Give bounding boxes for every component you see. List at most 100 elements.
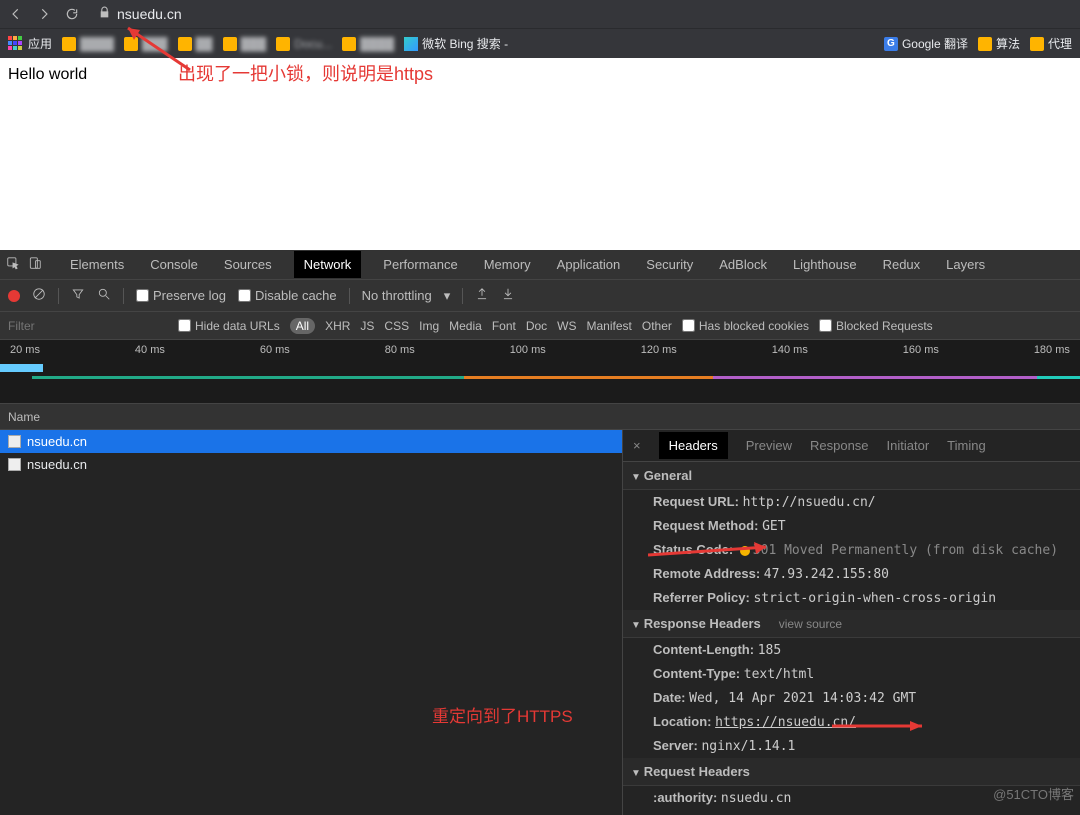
filter-icon[interactable] xyxy=(71,287,85,304)
devtools-tablist: Elements Console Sources Network Perform… xyxy=(0,250,1080,280)
kv-server: Server: nginx/1.14.1 xyxy=(623,734,1080,758)
kv-status: Status Code: 301 Moved Permanently (from… xyxy=(623,538,1080,562)
device-icon[interactable] xyxy=(28,256,42,273)
kv-request-url: Request URL: http://nsuedu.cn/ xyxy=(623,490,1080,514)
filter-img[interactable]: Img xyxy=(419,319,439,333)
tab-redux[interactable]: Redux xyxy=(879,251,925,278)
request-row[interactable]: nsuedu.cn xyxy=(0,453,622,476)
apps-icon xyxy=(8,36,24,52)
disable-cache-checkbox[interactable]: Disable cache xyxy=(238,288,337,303)
filter-all[interactable]: All xyxy=(290,318,315,334)
filter-js[interactable]: JS xyxy=(360,319,374,333)
tab-memory[interactable]: Memory xyxy=(480,251,535,278)
filter-font[interactable]: Font xyxy=(492,319,516,333)
page-content: Hello world 出现了一把小锁，则说明是https xyxy=(0,58,1080,250)
download-icon[interactable] xyxy=(501,287,515,304)
tick-label: 80 ms xyxy=(385,344,415,356)
upload-icon[interactable] xyxy=(475,287,489,304)
section-response-headers[interactable]: Response Headersview source xyxy=(623,610,1080,638)
request-row[interactable]: nsuedu.cn xyxy=(0,430,622,453)
annotation-lock: 出现了一把小锁，则说明是https xyxy=(178,60,433,86)
address-bar[interactable]: nsuedu.cn xyxy=(92,6,1072,22)
reload-button[interactable] xyxy=(64,6,80,22)
bookmark-google-translate[interactable]: GGoogle 翻译 xyxy=(884,35,968,52)
filter-manifest[interactable]: Manifest xyxy=(587,319,632,333)
tab-layers[interactable]: Layers xyxy=(942,251,989,278)
section-request-headers[interactable]: Request Headers xyxy=(623,758,1080,786)
search-icon[interactable] xyxy=(97,287,111,304)
tab-preview[interactable]: Preview xyxy=(746,438,792,453)
url-text: nsuedu.cn xyxy=(117,6,182,22)
tick-label: 160 ms xyxy=(903,344,939,356)
tab-console[interactable]: Console xyxy=(146,251,202,278)
lock-icon xyxy=(98,6,111,22)
request-detail: × Headers Preview Response Initiator Tim… xyxy=(622,430,1080,815)
filter-other[interactable]: Other xyxy=(642,319,672,333)
kv-content-type: Content-Type: text/html xyxy=(623,662,1080,686)
bookmark-algo[interactable]: 算法 xyxy=(978,35,1020,52)
throttling-select[interactable]: No throttling xyxy=(362,288,432,303)
chevron-down-icon[interactable]: ▾ xyxy=(444,288,451,304)
tick-label: 40 ms xyxy=(135,344,165,356)
forward-button[interactable] xyxy=(36,6,52,22)
clear-icon[interactable] xyxy=(32,287,46,304)
tab-headers[interactable]: Headers xyxy=(659,432,728,459)
bookmark-item[interactable]: Docu... xyxy=(276,37,332,51)
file-icon xyxy=(8,458,21,471)
tab-initiator[interactable]: Initiator xyxy=(887,438,930,453)
bing-icon xyxy=(404,37,418,51)
tab-sources[interactable]: Sources xyxy=(220,251,276,278)
apps-button[interactable]: 应用 xyxy=(8,35,52,52)
blocked-requests-checkbox[interactable]: Blocked Requests xyxy=(819,319,933,333)
tab-network[interactable]: Network xyxy=(294,251,362,278)
close-icon[interactable]: × xyxy=(633,438,641,453)
tab-timing[interactable]: Timing xyxy=(947,438,986,453)
inspect-icon[interactable] xyxy=(6,256,20,273)
back-button[interactable] xyxy=(8,6,24,22)
page-text: Hello world xyxy=(8,66,87,83)
tick-label: 140 ms xyxy=(772,344,808,356)
view-source-link[interactable]: view source xyxy=(779,617,842,631)
kv-location: Location: https://nsuedu.cn/ xyxy=(623,710,1080,734)
tab-response[interactable]: Response xyxy=(810,438,869,453)
tab-lighthouse[interactable]: Lighthouse xyxy=(789,251,861,278)
status-dot-icon xyxy=(740,546,750,556)
apps-label: 应用 xyxy=(28,35,52,52)
tick-label: 120 ms xyxy=(641,344,677,356)
hide-data-urls-checkbox[interactable]: Hide data URLs xyxy=(178,319,280,333)
kv-remote: Remote Address: 47.93.242.155:80 xyxy=(623,562,1080,586)
tick-label: 180 ms xyxy=(1034,344,1070,356)
filter-doc[interactable]: Doc xyxy=(526,319,547,333)
bookmark-item[interactable]: ███ xyxy=(223,37,267,51)
request-name: nsuedu.cn xyxy=(27,457,87,472)
filter-input[interactable] xyxy=(8,319,168,333)
bookmark-item[interactable]: ████ xyxy=(62,37,114,51)
filter-ws[interactable]: WS xyxy=(557,319,576,333)
bookmark-proxy[interactable]: 代理 xyxy=(1030,35,1072,52)
bookmark-bing[interactable]: 微软 Bing 搜索 - xyxy=(404,35,508,52)
tab-security[interactable]: Security xyxy=(642,251,697,278)
name-column-header[interactable]: Name xyxy=(0,404,1080,430)
bookmark-label: 微软 Bing 搜索 - xyxy=(422,35,508,52)
network-timeline[interactable]: 20 ms 40 ms 60 ms 80 ms 100 ms 120 ms 14… xyxy=(0,340,1080,404)
bookmark-label: Google 翻译 xyxy=(902,35,968,52)
filter-css[interactable]: CSS xyxy=(384,319,409,333)
bookmark-item[interactable]: ████ xyxy=(342,37,394,51)
kv-referrer: Referrer Policy: strict-origin-when-cros… xyxy=(623,586,1080,610)
section-general[interactable]: General xyxy=(623,462,1080,490)
network-filterbar: Hide data URLs All XHR JS CSS Img Media … xyxy=(0,312,1080,340)
filter-xhr[interactable]: XHR xyxy=(325,319,350,333)
bookmark-item[interactable]: ███ xyxy=(124,37,168,51)
watermark: @51CTO博客 xyxy=(993,784,1074,803)
bookmark-item[interactable]: ██ xyxy=(178,37,213,51)
blocked-cookies-checkbox[interactable]: Has blocked cookies xyxy=(682,319,809,333)
kv-content-length: Content-Length: 185 xyxy=(623,638,1080,662)
record-icon[interactable] xyxy=(8,290,20,302)
preserve-log-checkbox[interactable]: Preserve log xyxy=(136,288,226,303)
tab-adblock[interactable]: AdBlock xyxy=(715,251,771,278)
filter-media[interactable]: Media xyxy=(449,319,482,333)
bookmarks-bar: 应用 ████ ███ ██ ███ Docu... ████ 微软 Bing … xyxy=(0,28,1080,58)
tab-performance[interactable]: Performance xyxy=(379,251,461,278)
tab-elements[interactable]: Elements xyxy=(66,251,128,278)
tab-application[interactable]: Application xyxy=(553,251,625,278)
